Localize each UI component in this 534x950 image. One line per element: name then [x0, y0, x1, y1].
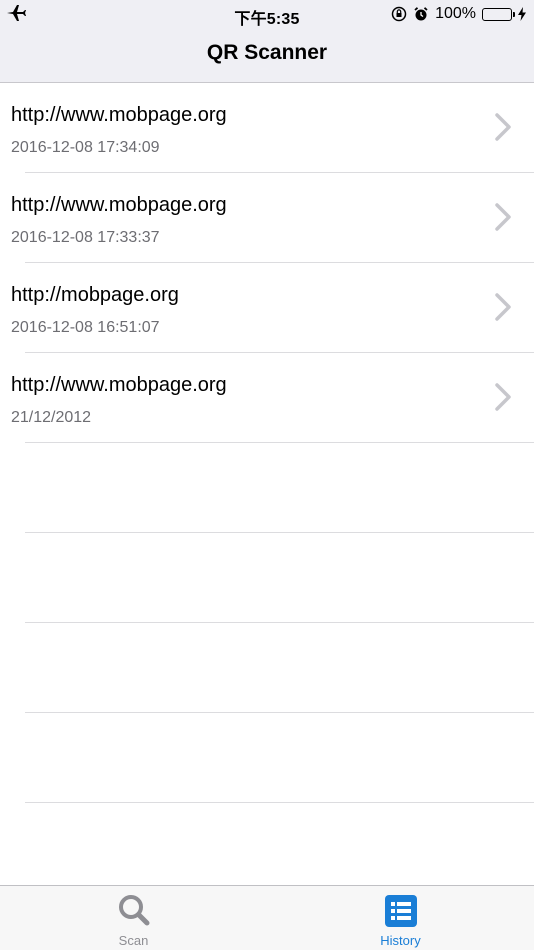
history-url: http://www.mobpage.org — [11, 194, 227, 216]
history-date: 2016-12-08 17:33:37 — [11, 229, 160, 246]
history-row[interactable]: http://mobpage.org 2016-12-08 16:51:07 — [0, 263, 534, 353]
history-url: http://www.mobpage.org — [11, 374, 227, 396]
list-icon — [384, 895, 417, 927]
tab-scan-label: Scan — [118, 933, 149, 948]
status-bar: 下午5:35 100% — [0, 0, 534, 28]
history-url: http://www.mobpage.org — [11, 104, 227, 126]
chevron-right-icon — [495, 293, 511, 321]
history-row[interactable]: http://www.mobpage.org 21/12/2012 — [0, 353, 534, 443]
empty-row — [0, 443, 534, 533]
page-title: QR Scanner — [206, 41, 328, 64]
rotation-lock-icon — [391, 6, 407, 22]
chevron-right-icon — [495, 203, 511, 231]
alarm-icon — [414, 7, 428, 21]
chevron-right-icon — [495, 113, 511, 141]
history-date: 2016-12-08 16:51:07 — [11, 319, 160, 336]
tab-history[interactable]: History — [267, 886, 534, 950]
navigation-bar: QR Scanner — [0, 28, 534, 83]
chevron-right-icon — [495, 383, 511, 411]
history-row[interactable]: http://www.mobpage.org 2016-12-08 17:33:… — [0, 173, 534, 263]
empty-row — [0, 713, 534, 803]
charging-bolt-icon — [518, 7, 526, 21]
history-row[interactable]: http://www.mobpage.org 2016-12-08 17:34:… — [0, 83, 534, 173]
magnifier-icon — [118, 895, 149, 926]
empty-row — [0, 623, 534, 713]
history-date: 2016-12-08 17:34:09 — [11, 139, 160, 156]
tab-history-label: History — [380, 933, 421, 948]
history-list: http://www.mobpage.org 2016-12-08 17:34:… — [0, 83, 534, 803]
status-right-group: 100% — [385, 4, 526, 24]
battery-percent: 100% — [435, 5, 476, 22]
history-date: 21/12/2012 — [11, 409, 92, 426]
history-url: http://mobpage.org — [11, 284, 179, 306]
empty-row — [0, 533, 534, 623]
tab-scan[interactable]: Scan — [0, 886, 267, 950]
battery-icon — [482, 7, 515, 21]
tab-bar: Scan History — [0, 885, 534, 950]
